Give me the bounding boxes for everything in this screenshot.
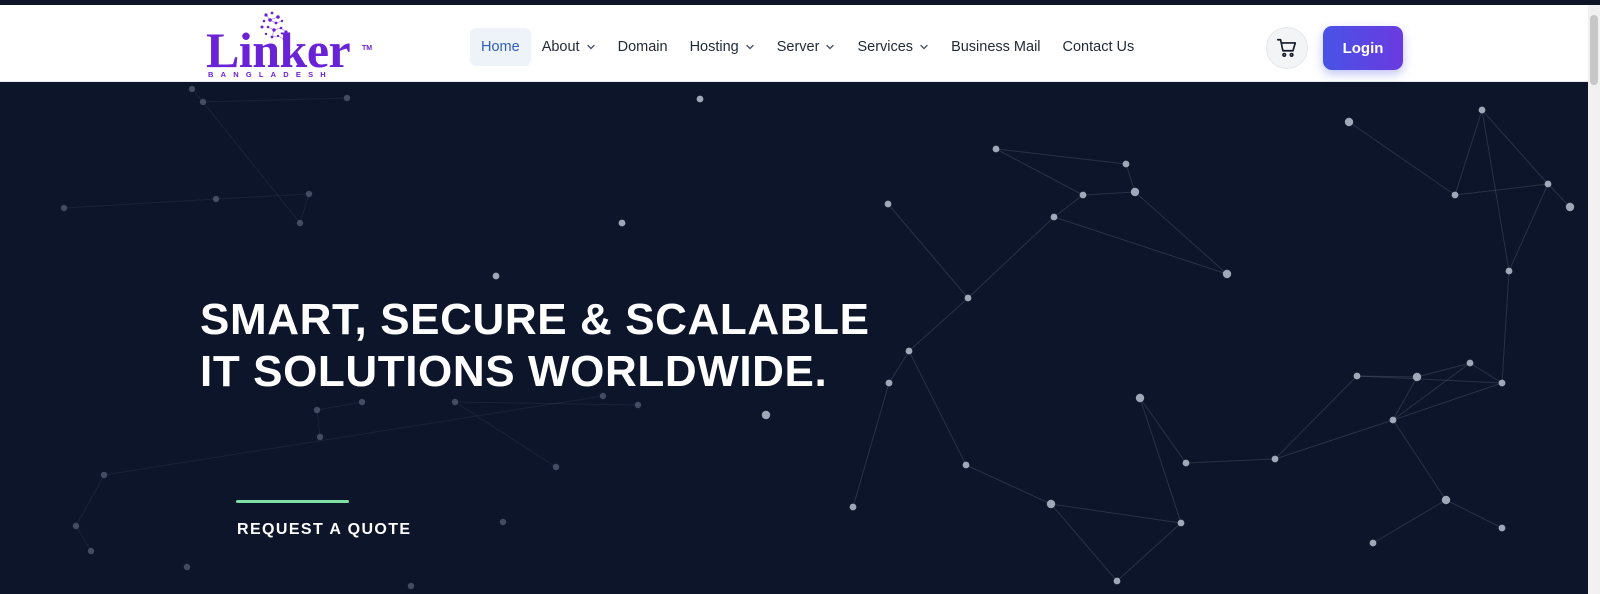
nav-item-services[interactable]: Services	[846, 28, 940, 66]
login-button[interactable]: Login	[1323, 26, 1403, 70]
nav-item-about[interactable]: About	[531, 28, 607, 66]
chevron-down-icon	[586, 44, 595, 50]
brand-name: Linker	[206, 22, 351, 78]
cta-accent-line	[236, 500, 349, 503]
hero-title-line-1: SMART, SECURE & SCALABLE	[200, 295, 870, 344]
cart-button[interactable]	[1266, 27, 1308, 69]
scrollbar-thumb[interactable]	[1590, 15, 1598, 85]
nav-label: Hosting	[689, 39, 739, 55]
nav-label: About	[541, 39, 580, 55]
chevron-down-icon	[826, 44, 835, 50]
hero-title: SMART, SECURE & SCALABLE IT SOLUTIONS WO…	[200, 294, 870, 398]
chevron-down-icon	[746, 44, 754, 50]
chevron-down-icon	[920, 44, 928, 50]
nav-label: Server	[776, 39, 820, 55]
nav-label: Business Mail	[951, 39, 1041, 55]
nav-label: Services	[857, 39, 914, 55]
nav-item-contact-us[interactable]: Contact Us	[1052, 28, 1146, 66]
nav-item-hosting[interactable]: Hosting	[679, 28, 766, 66]
nav-label: Home	[481, 39, 520, 55]
nav-label: Contact Us	[1062, 39, 1135, 55]
request-quote-link[interactable]: REQUEST A QUOTE	[237, 521, 412, 539]
nav-label: Domain	[617, 39, 668, 55]
page-scrollbar[interactable]	[1588, 5, 1600, 594]
hero-title-line-2: IT SOLUTIONS WORLDWIDE.	[200, 347, 828, 396]
nav-item-home[interactable]: Home	[470, 28, 531, 66]
site-header: Linker TM BANGLADESH Home About Domain H…	[0, 5, 1600, 82]
cart-icon	[1277, 38, 1297, 57]
trademark-mark: TM	[362, 45, 373, 52]
nav-item-server[interactable]: Server	[766, 28, 847, 66]
brand-tagline: BANGLADESH	[208, 70, 333, 79]
nav-item-business-mail[interactable]: Business Mail	[940, 28, 1051, 66]
brand-logo[interactable]: Linker TM BANGLADESH	[206, 7, 374, 81]
main-nav: Home About Domain Hosting Server Service…	[470, 28, 1145, 66]
nav-item-domain[interactable]: Domain	[607, 28, 679, 66]
